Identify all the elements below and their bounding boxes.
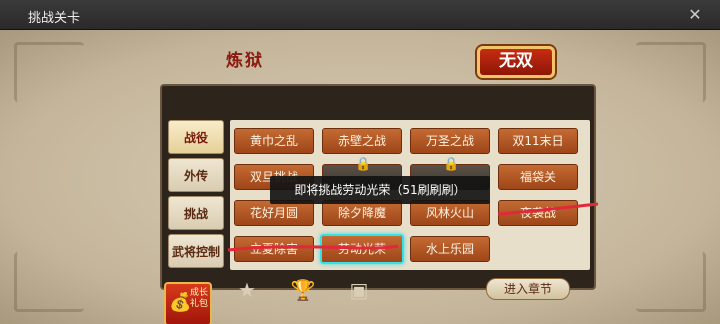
close-icon[interactable]: ✕ [686, 6, 704, 24]
gift-label: 成长礼包 [190, 288, 209, 309]
title-bar: 挑战关卡 ✕ [0, 0, 720, 30]
mode-badge-button[interactable]: 无双 [477, 46, 555, 78]
tab-general-control[interactable]: 武将控制 [168, 234, 224, 268]
enter-chapter-button[interactable]: 进入章节 [486, 278, 570, 300]
growth-gift-button[interactable]: 💰 成长礼包 [164, 282, 212, 324]
level-button[interactable]: 赤壁之战 [322, 128, 402, 154]
level-button[interactable]: 水上乐园 [410, 236, 490, 262]
tab-campaign[interactable]: 战役 [168, 120, 224, 154]
bottom-toolbar: ★ 🏆 ▣ 进入章节 [230, 278, 590, 304]
corner-ornament [636, 42, 706, 102]
selected-level-button[interactable]: 劳动光荣 [320, 234, 404, 264]
corner-ornament [14, 42, 84, 102]
level-button[interactable]: 双11末日 [498, 128, 578, 154]
level-button[interactable]: 福袋关 [498, 164, 578, 190]
trophy-icon[interactable]: 🏆 [290, 278, 316, 302]
tab-side-story[interactable]: 外传 [168, 158, 224, 192]
chest-icon[interactable]: ▣ [346, 278, 372, 302]
tab-challenge[interactable]: 挑战 [168, 196, 224, 230]
corner-ornament [14, 252, 84, 312]
level-button[interactable]: 黄巾之乱 [234, 128, 314, 154]
corner-ornament [636, 252, 706, 312]
tab-list: 战役 外传 挑战 武将控制 [168, 120, 224, 272]
gift-bag-icon: 💰 [169, 292, 192, 313]
level-button[interactable]: 夜袭战 [498, 200, 578, 226]
star-icon[interactable]: ★ [234, 278, 260, 302]
toast-message: 即将挑战劳动光荣（51刷刷刷） [270, 176, 490, 204]
challenge-scene: 炼狱 无双 战役 外传 挑战 武将控制 黄巾之乱 赤壁之战 万圣之战 双11末日… [0, 30, 720, 324]
level-button[interactable]: 万圣之战 [410, 128, 490, 154]
lock-icon: 🔒 [443, 157, 460, 172]
chapter-title: 炼狱 [226, 51, 264, 71]
window-title: 挑战关卡 [28, 11, 81, 26]
lock-icon: 🔒 [355, 157, 372, 172]
level-button[interactable]: 立夏除害 [234, 236, 314, 262]
